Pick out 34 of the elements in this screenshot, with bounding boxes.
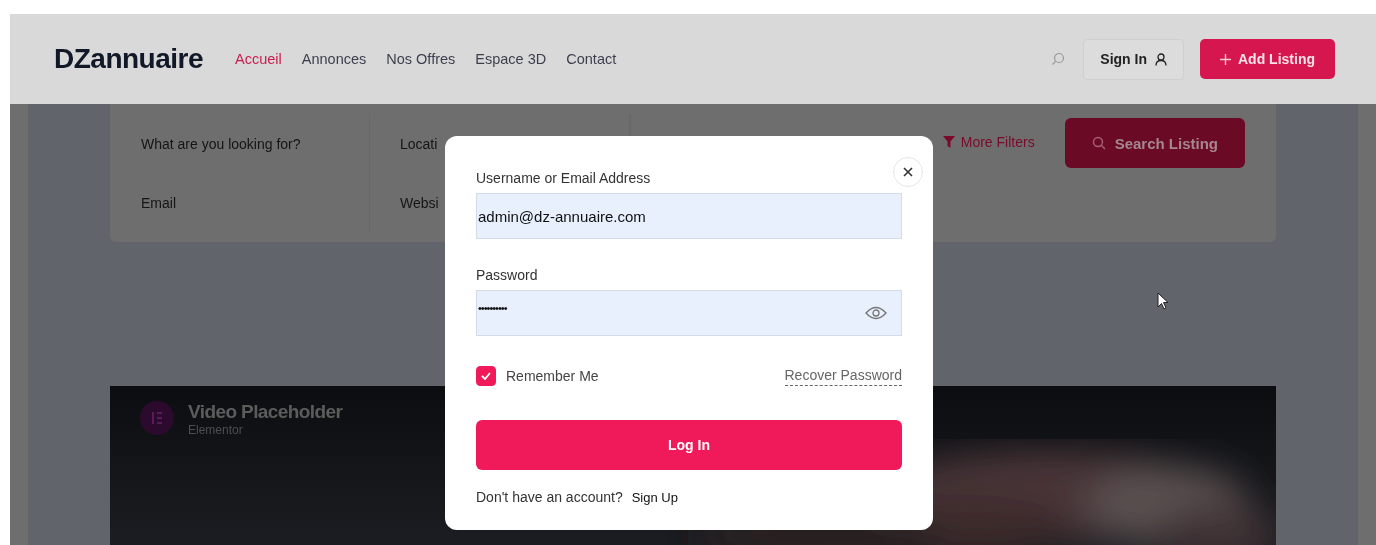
password-field[interactable]: •••••••••• (476, 290, 902, 336)
close-button[interactable] (893, 157, 923, 187)
nav-link[interactable]: Contact (566, 51, 617, 67)
checkbox[interactable] (476, 366, 496, 386)
nav-link[interactable]: Annonces (301, 51, 367, 67)
username-field[interactable]: admin@dz-annuaire.com (476, 193, 902, 239)
user-icon (1155, 52, 1167, 66)
nav-link[interactable]: Nos Offres (386, 51, 456, 67)
eye-icon[interactable] (865, 306, 887, 320)
logo-icon (140, 401, 174, 435)
field-label: Username or Email Address (476, 170, 652, 186)
cursor-icon (1157, 292, 1169, 310)
log-in-button[interactable]: Log In (476, 420, 902, 470)
search-field-label[interactable]: Email (141, 173, 370, 232)
recover-password-link[interactable]: Recover Password (784, 366, 902, 386)
site-logo[interactable]: DZannuaire (54, 43, 204, 75)
plus-icon (1220, 53, 1231, 65)
video-title: Video Placeholder (188, 401, 343, 423)
remember-me-label[interactable]: Remember Me (506, 368, 599, 384)
field-label: Password (476, 267, 539, 283)
video-subtitle: Elementor (188, 423, 244, 437)
sign-up-link[interactable]: Sign Up (631, 489, 678, 505)
check-icon (481, 372, 491, 380)
filter-icon (942, 136, 955, 148)
search-icon (1091, 136, 1106, 150)
close-icon (903, 167, 913, 177)
nav-link[interactable]: Accueil (235, 51, 282, 67)
nav-link[interactable]: Espace 3D (475, 51, 547, 67)
search-icon[interactable] (1051, 52, 1066, 66)
sign-in-button[interactable]: Sign In (1083, 38, 1184, 80)
search-field-label[interactable]: What are you looking for? (141, 114, 370, 173)
add-listing-button[interactable]: Add Listing (1200, 39, 1335, 79)
no-account-text: Don't have an account? (476, 489, 623, 505)
search-listing-button[interactable]: Search Listing (1064, 118, 1245, 168)
